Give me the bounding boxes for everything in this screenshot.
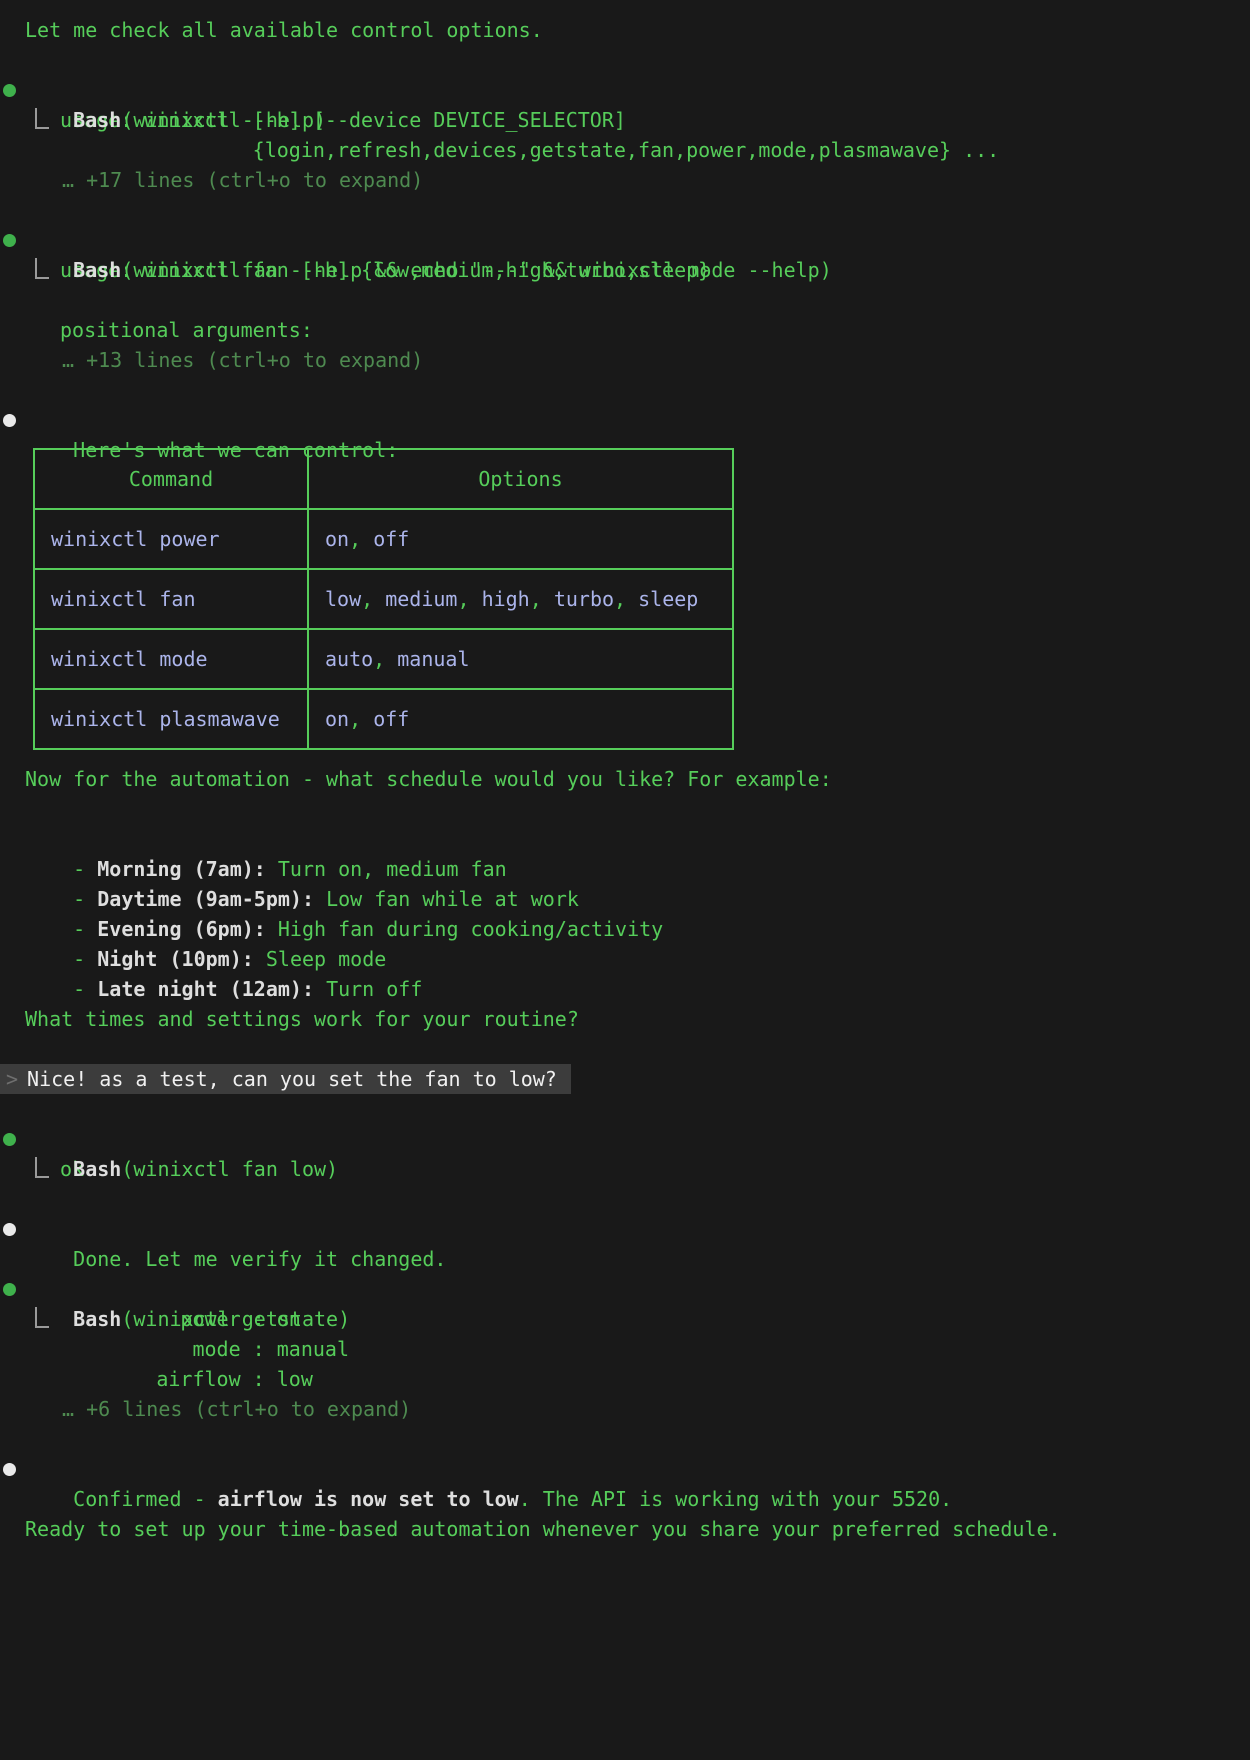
schedule-item: - Night (10pm): Sleep mode [25, 914, 1250, 944]
user-message-text: Nice! as a test, can you set the fan to … [27, 1064, 557, 1094]
assistant-message: Let me check all available control optio… [25, 15, 1250, 45]
schedule-item: - Daytime (9am-5pm): Low fan while at wo… [25, 854, 1250, 884]
tool-name: Bash [73, 258, 121, 282]
confirmed-suffix: . The API is working with your 5520. [519, 1487, 952, 1511]
assistant-message: Ready to set up your time-based automati… [25, 1514, 1250, 1544]
schedule-item: - Evening (6pm): High fan during cooking… [25, 884, 1250, 914]
table-row: winixctl mode auto, manual [34, 629, 733, 689]
assistant-message: Now for the automation - what schedule w… [25, 764, 1250, 794]
schedule-item: - Morning (7am): Turn on, medium fan [25, 824, 1250, 854]
tool-name: Bash [73, 1307, 121, 1331]
terminal: Let me check all available control optio… [0, 0, 1250, 1760]
table-cell-command: winixctl mode [34, 629, 308, 689]
tool-name: Bash [73, 108, 121, 132]
user-message: > Nice! as a test, can you set the fan to… [0, 1064, 1250, 1094]
tool-command: (winixctl getstate) [121, 1307, 350, 1331]
tool-command: (winixctl --help) [121, 108, 326, 132]
tool-bullet-icon [3, 234, 16, 247]
user-prompt-icon: > [6, 1064, 18, 1094]
expand-hint: … +13 lines (ctrl+o to expand) [62, 345, 1250, 375]
tool-bullet-icon [3, 1283, 16, 1296]
table-cell-command: winixctl fan [34, 569, 308, 629]
assistant-bullet-icon [3, 1223, 16, 1236]
table-row: winixctl power on, off [34, 509, 733, 569]
tool-command: (winixctl fan low) [121, 1157, 338, 1181]
done-text: Done. Let me verify it changed. [73, 1247, 446, 1271]
tool-call: Bash(winixctl --help) [25, 75, 1250, 105]
assistant-bullet-icon [3, 1463, 16, 1476]
schedule-item: - Late night (12am): Turn off [25, 944, 1250, 974]
tool-bullet-icon [3, 84, 16, 97]
expand-hint: … +6 lines (ctrl+o to expand) [62, 1394, 1250, 1424]
expand-hint: … +17 lines (ctrl+o to expand) [62, 165, 1250, 195]
control-options-table: Command Options winixctl power on, off w… [33, 448, 734, 750]
schedule-label: Late night (12am): [97, 977, 314, 1001]
tool-call: Bash(winixctl fan --help && echo "---" &… [25, 225, 1250, 255]
table-row: winixctl fan low, medium, high, turbo, s… [34, 569, 733, 629]
dash-icon: - [73, 977, 85, 1001]
assistant-bullet-icon [3, 414, 16, 427]
table-row: winixctl plasmawave on, off [34, 689, 733, 749]
assistant-message: Confirmed - airflow is now set to low. T… [25, 1454, 1250, 1484]
table-cell-options: on, off [308, 509, 733, 569]
user-message-box: > Nice! as a test, can you set the fan to… [0, 1064, 571, 1094]
tool-name: Bash [73, 1157, 121, 1181]
tool-call: Bash(winixctl getstate) [25, 1274, 1250, 1304]
table-cell-command: winixctl plasmawave [34, 689, 308, 749]
table-cell-options: on, off [308, 689, 733, 749]
tool-call: Bash(winixctl fan low) [25, 1124, 1250, 1154]
control-heading: Here's what we can control: [73, 438, 398, 462]
assistant-message: What times and settings work for your ro… [25, 1004, 1250, 1034]
assistant-message: Here's what we can control: [25, 405, 1250, 435]
table-cell-options: low, medium, high, turbo, sleep [308, 569, 733, 629]
confirmed-bold: airflow is now set to low [218, 1487, 519, 1511]
schedule-value: Turn off [326, 977, 422, 1001]
confirmed-prefix: Confirmed - [73, 1487, 218, 1511]
table-cell-options: auto, manual [308, 629, 733, 689]
tool-bullet-icon [3, 1133, 16, 1146]
table-cell-command: winixctl power [34, 509, 308, 569]
assistant-message: Done. Let me verify it changed. [25, 1214, 1250, 1244]
tool-command: (winixctl fan --help && echo "---" && wi… [121, 258, 831, 282]
